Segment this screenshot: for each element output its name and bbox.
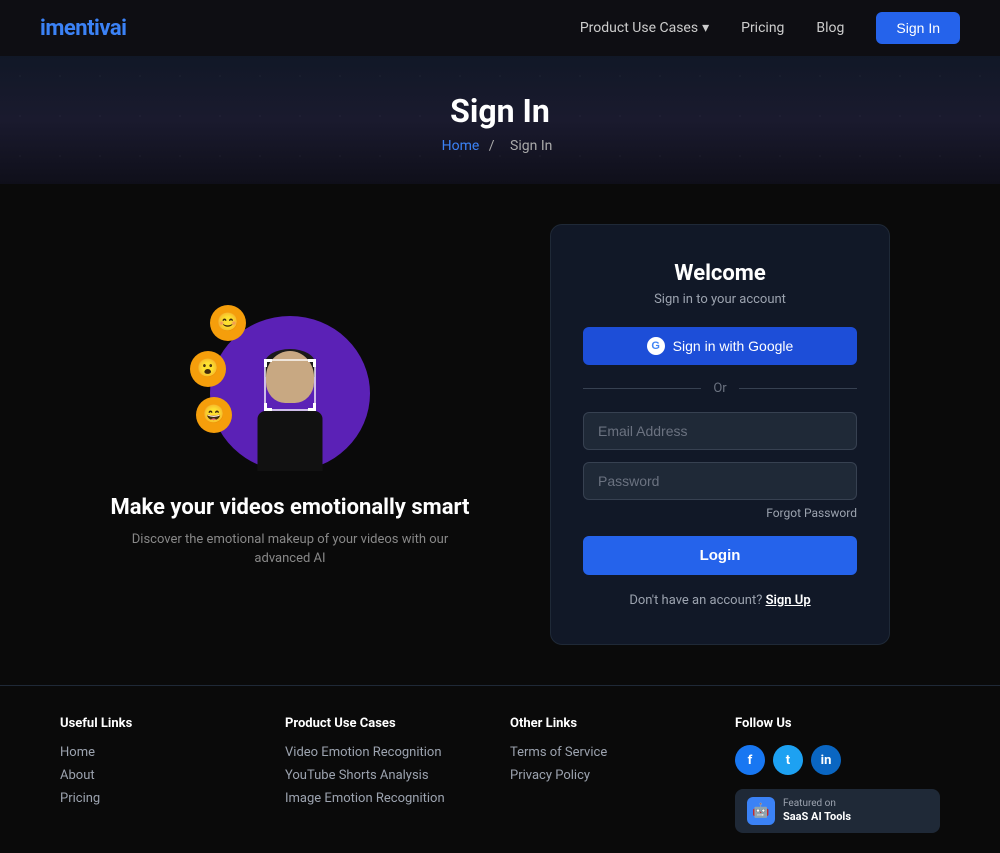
footer-link-tos[interactable]: Terms of Service	[510, 745, 715, 760]
breadcrumb-current: Sign In	[510, 138, 552, 154]
navbar: imentivai Product Use Cases ▾ Pricing Bl…	[0, 0, 1000, 56]
emoji-top: 😊	[210, 305, 246, 341]
footer-useful-heading: Useful Links	[60, 716, 265, 731]
social-icons: f t in	[735, 745, 940, 775]
breadcrumb-separator: /	[489, 138, 495, 154]
footer-useful-links: Useful Links Home About Pricing	[60, 716, 265, 833]
illustration: 😊 😮 😄	[180, 301, 400, 471]
nav-pricing[interactable]: Pricing	[741, 20, 784, 36]
illus-body	[258, 411, 323, 471]
signin-welcome: Welcome	[583, 261, 857, 286]
footer-follow-us: Follow Us f t in 🤖 Featured on SaaS AI T…	[735, 716, 940, 833]
signup-row: Don't have an account? Sign Up	[583, 593, 857, 608]
nav-links: Product Use Cases ▾ Pricing Blog Sign In	[580, 12, 960, 44]
facebook-button[interactable]: f	[735, 745, 765, 775]
google-btn-label: Sign in with Google	[673, 338, 794, 354]
footer-product-heading: Product Use Cases	[285, 716, 490, 731]
saas-badge[interactable]: 🤖 Featured on SaaS AI Tools	[735, 789, 940, 833]
forgot-password-link[interactable]: Forgot Password	[766, 506, 857, 520]
login-button[interactable]: Login	[583, 536, 857, 575]
footer-follow-heading: Follow Us	[735, 716, 940, 731]
logo[interactable]: imentivai	[40, 16, 126, 41]
saas-featured-label: Featured on	[783, 797, 851, 810]
google-icon: G	[647, 337, 665, 355]
nav-signin-button[interactable]: Sign In	[876, 12, 960, 44]
or-divider: Or	[583, 381, 857, 396]
logo-accent: ai	[110, 16, 127, 41]
nav-product-use-cases[interactable]: Product Use Cases ▾	[580, 20, 709, 36]
saas-badge-text: Featured on SaaS AI Tools	[783, 797, 851, 824]
password-field[interactable]	[583, 462, 857, 500]
signup-link[interactable]: Sign Up	[766, 593, 811, 608]
hero-header: Sign In Home / Sign In	[0, 56, 1000, 184]
twitter-button[interactable]: t	[773, 745, 803, 775]
emoji-bot: 😄	[196, 397, 232, 433]
no-account-text: Don't have an account?	[629, 593, 762, 608]
chevron-down-icon: ▾	[702, 20, 709, 36]
breadcrumb-home[interactable]: Home	[442, 138, 480, 154]
email-field[interactable]	[583, 412, 857, 450]
footer-link-home[interactable]: Home	[60, 745, 265, 760]
breadcrumb: Home / Sign In	[20, 138, 980, 154]
scan-corner-tl	[264, 359, 272, 367]
footer-link-youtube-shorts[interactable]: YouTube Shorts Analysis	[285, 768, 490, 783]
forgot-password-row: Forgot Password	[583, 506, 857, 520]
scan-corner-br	[308, 403, 316, 411]
scan-corner-tr	[308, 359, 316, 367]
signin-subtitle: Sign in to your account	[583, 292, 857, 307]
linkedin-button[interactable]: in	[811, 745, 841, 775]
logo-text: imentiv	[40, 16, 110, 41]
left-title: Make your videos emotionally smart	[110, 495, 469, 520]
footer-link-image-emotion[interactable]: Image Emotion Recognition	[285, 791, 490, 806]
page-title: Sign In	[20, 92, 980, 130]
footer-link-pricing[interactable]: Pricing	[60, 791, 265, 806]
emoji-mid: 😮	[190, 351, 226, 387]
footer-link-about[interactable]: About	[60, 768, 265, 783]
google-signin-button[interactable]: G Sign in with Google	[583, 327, 857, 365]
illus-person	[250, 341, 330, 471]
footer-product-use-cases: Product Use Cases Video Emotion Recognit…	[285, 716, 490, 833]
signin-card: Welcome Sign in to your account G Sign i…	[550, 224, 890, 645]
footer-link-video-emotion[interactable]: Video Emotion Recognition	[285, 745, 490, 760]
nav-blog[interactable]: Blog	[816, 20, 844, 36]
saas-badge-icon: 🤖	[747, 797, 775, 825]
saas-name: SaaS AI Tools	[783, 810, 851, 823]
footer: Useful Links Home About Pricing Product …	[0, 685, 1000, 853]
main-content: 😊 😮 😄 Make your videos emotionally smart…	[0, 184, 1000, 685]
footer-link-privacy[interactable]: Privacy Policy	[510, 768, 715, 783]
or-label: Or	[713, 381, 726, 396]
scan-corner-bl	[264, 403, 272, 411]
face-scan-box	[264, 359, 316, 411]
footer-other-heading: Other Links	[510, 716, 715, 731]
left-panel: 😊 😮 😄 Make your videos emotionally smart…	[110, 301, 470, 569]
footer-other-links: Other Links Terms of Service Privacy Pol…	[510, 716, 715, 833]
